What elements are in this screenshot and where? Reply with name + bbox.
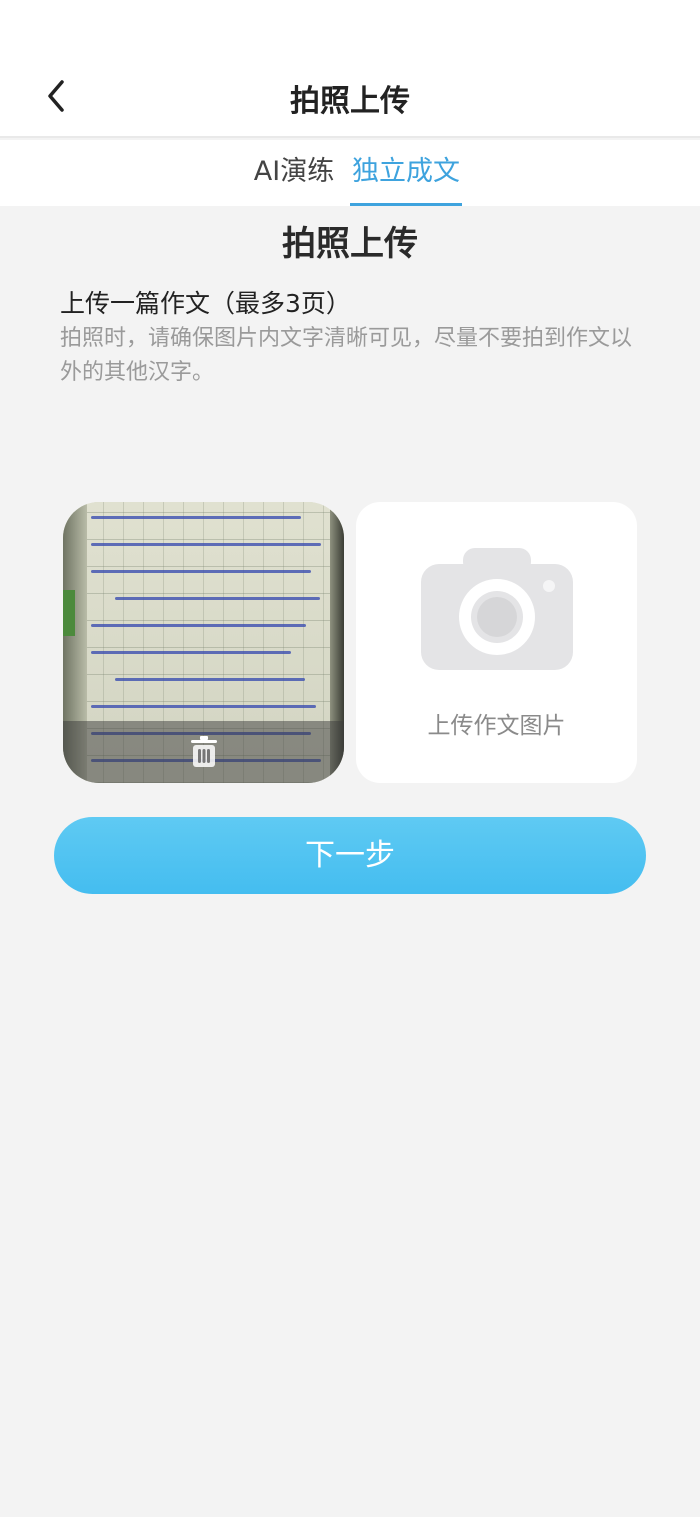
handwriting-line [115,597,320,600]
active-tab-indicator [350,203,462,206]
tab-ai-practice[interactable]: AI演练 [250,140,338,206]
top-navigation-bar: 拍照上传 [0,0,700,138]
section-title: 拍照上传 [282,224,418,264]
next-step-button[interactable]: 下一步 [54,817,646,894]
add-image-label: 上传作文图片 [427,713,566,739]
handwriting-line [91,705,316,708]
camera-icon [421,548,573,670]
upload-heading: 上传一篇作文（最多3页） [60,289,351,318]
handwriting-line [91,570,311,573]
handwriting-line [91,543,321,546]
upload-hint: 拍照时，请确保图片内文字清晰可见，尽量不要拍到作文以外的其他汉字。 [60,326,633,385]
delete-image-button[interactable] [184,732,224,772]
add-essay-image-button[interactable]: 上传作文图片 [356,502,637,783]
handwriting-line [91,624,306,627]
page-title: 拍照上传 [290,84,410,119]
trash-icon [190,736,217,767]
tab-independent-essay[interactable]: 独立成文 [350,140,462,206]
tab-independent-essay-label: 独立成文 [352,156,460,187]
thumbnail-action-overlay [63,721,344,783]
uploaded-essay-thumbnail[interactable] [63,502,344,783]
handwriting-line [91,651,291,654]
handwriting-line [91,516,301,519]
tab-bar: AI演练 独立成文 [0,140,700,206]
handwriting-line [115,678,305,681]
